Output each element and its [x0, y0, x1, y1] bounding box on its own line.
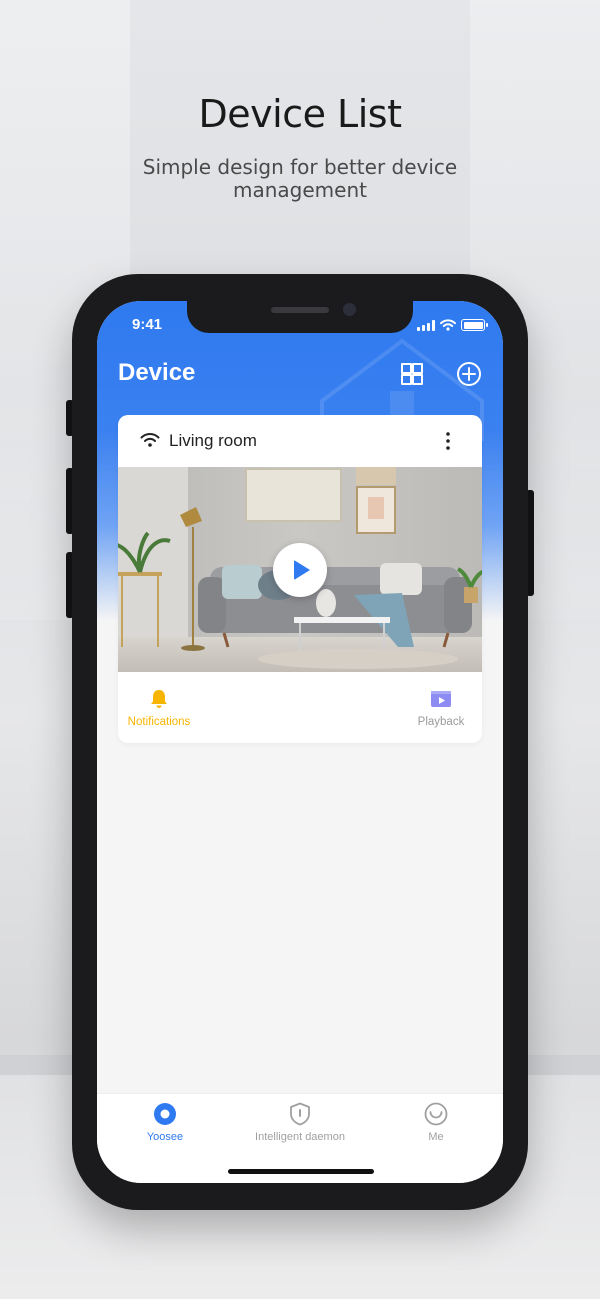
playback-icon	[431, 691, 451, 707]
signal-icon	[417, 320, 435, 331]
playback-label: Playback	[417, 716, 465, 728]
tab-yoosee-label: Yoosee	[146, 1131, 184, 1143]
add-device-icon[interactable]	[456, 361, 482, 387]
status-icons	[417, 319, 488, 331]
play-icon	[294, 560, 310, 580]
tab-intelligent-daemon[interactable]: Intelligent daemon	[245, 1102, 355, 1143]
hero-title: Device List	[198, 92, 402, 136]
status-time: 9:41	[132, 316, 163, 333]
front-camera	[343, 303, 356, 316]
earpiece-speaker	[271, 307, 329, 313]
notifications-button[interactable]: Notifications	[124, 688, 194, 728]
camera-preview[interactable]	[118, 467, 482, 672]
tab-me-label: Me	[428, 1131, 444, 1143]
device-card-header: Living room	[118, 415, 482, 467]
hero-subtitle: Simple design for better device manageme…	[142, 155, 458, 202]
device-card-actions: Notifications Playback	[118, 672, 482, 743]
profile-icon	[424, 1102, 448, 1126]
phone-notch	[187, 301, 413, 333]
tab-yoosee[interactable]: Yoosee	[137, 1102, 193, 1143]
camera-icon	[154, 1103, 176, 1125]
phone-screen: 9:41 Device Living room Notifications Pl…	[97, 301, 503, 1183]
bell-icon	[151, 690, 167, 708]
play-button[interactable]	[273, 543, 327, 597]
wifi-icon	[140, 433, 160, 447]
more-vertical-icon[interactable]	[444, 431, 452, 451]
tab-me[interactable]: Me	[415, 1102, 457, 1143]
page-title: Device	[118, 359, 196, 386]
shield-icon	[290, 1102, 310, 1126]
device-card[interactable]: Living room Notifications Playback	[118, 415, 482, 743]
notifications-label: Notifications	[127, 716, 191, 728]
wifi-icon	[440, 319, 456, 331]
grid-view-icon[interactable]	[399, 361, 425, 387]
playback-button[interactable]: Playback	[408, 688, 474, 728]
home-indicator[interactable]	[228, 1169, 374, 1174]
battery-icon	[461, 319, 488, 331]
device-name: Living room	[169, 431, 257, 450]
tab-intelligent-daemon-label: Intelligent daemon	[255, 1131, 345, 1143]
